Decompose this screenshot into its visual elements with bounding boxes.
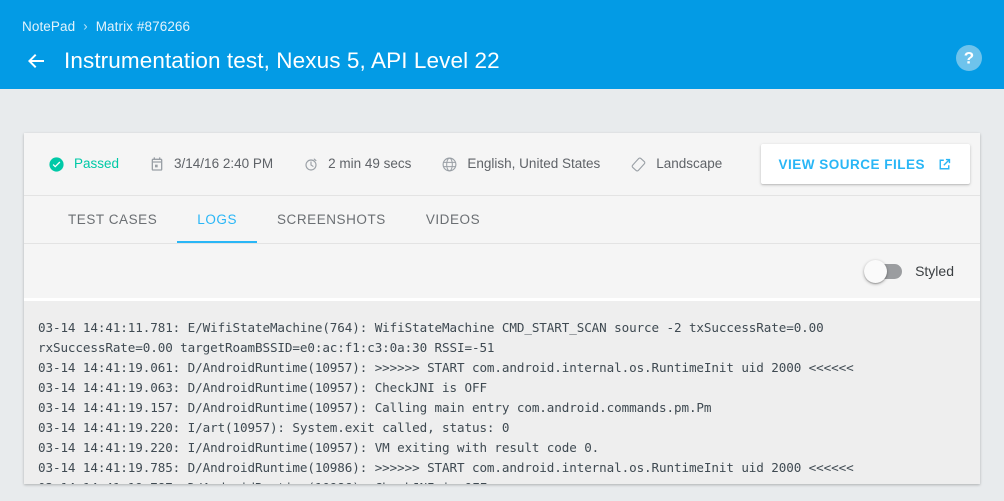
summary-duration-label: 2 min 49 secs bbox=[328, 156, 411, 172]
summary-bar: Passed 3/14/16 2:40 PM 2 min 49 secs bbox=[24, 133, 980, 196]
arrow-back-icon[interactable] bbox=[22, 47, 50, 75]
tab-test-cases[interactable]: TEST CASES bbox=[48, 196, 177, 243]
tab-logs[interactable]: LOGS bbox=[177, 196, 257, 243]
check-circle-icon bbox=[48, 156, 65, 173]
log-line: 03-14 14:41:19.063: D/AndroidRuntime(109… bbox=[38, 378, 960, 398]
open-in-new-icon bbox=[936, 156, 953, 173]
log-line: 03-14 14:41:19.787: D/AndroidRuntime(109… bbox=[38, 478, 960, 484]
styled-toggle[interactable]: Styled bbox=[866, 263, 954, 279]
summary-date: 3/14/16 2:40 PM bbox=[149, 156, 273, 172]
summary-duration: 2 min 49 secs bbox=[303, 156, 411, 172]
log-line: rxSuccessRate=0.00 targetRoamBSSID=e0:ac… bbox=[38, 338, 960, 358]
summary-date-label: 3/14/16 2:40 PM bbox=[174, 156, 273, 172]
globe-icon bbox=[441, 156, 458, 173]
styled-toggle-label: Styled bbox=[915, 263, 954, 279]
log-line: 03-14 14:41:19.157: D/AndroidRuntime(109… bbox=[38, 398, 960, 418]
view-source-files-button[interactable]: VIEW SOURCE FILES bbox=[761, 144, 970, 184]
breadcrumb-root-link[interactable]: NotePad bbox=[22, 19, 75, 35]
status-label: Passed bbox=[74, 156, 119, 172]
tab-videos[interactable]: VIDEOS bbox=[406, 196, 500, 243]
screen-rotation-icon bbox=[630, 156, 647, 173]
breadcrumb: NotePad › Matrix #876266 bbox=[22, 19, 190, 35]
calendar-icon bbox=[149, 156, 165, 172]
log-line: 03-14 14:41:19.785: D/AndroidRuntime(109… bbox=[38, 458, 960, 478]
breadcrumb-separator-icon: › bbox=[83, 19, 87, 35]
log-line: 03-14 14:41:19.220: I/AndroidRuntime(109… bbox=[38, 438, 960, 458]
tab-bar: TEST CASES LOGS SCREENSHOTS VIDEOS bbox=[24, 196, 980, 244]
logs-toolbar: Styled bbox=[24, 244, 980, 301]
log-line: 03-14 14:41:19.220: I/art(10957): System… bbox=[38, 418, 960, 438]
log-line: 03-14 14:41:11.781: E/WifiStateMachine(7… bbox=[38, 318, 960, 338]
title-row: Instrumentation test, Nexus 5, API Level… bbox=[22, 42, 982, 80]
help-icon-glyph: ? bbox=[964, 49, 974, 66]
breadcrumb-current-item[interactable]: Matrix #876266 bbox=[96, 19, 190, 35]
log-output-panel[interactable]: 03-14 14:41:11.781: E/WifiStateMachine(7… bbox=[24, 301, 980, 484]
view-source-files-label: VIEW SOURCE FILES bbox=[778, 157, 925, 172]
styled-toggle-knob[interactable] bbox=[864, 260, 887, 283]
summary-orientation: Landscape bbox=[630, 156, 722, 173]
help-question-icon[interactable]: ? bbox=[956, 45, 982, 71]
top-app-bar: NotePad › Matrix #876266 Instrumentation… bbox=[0, 0, 1004, 89]
test-result-card: Passed 3/14/16 2:40 PM 2 min 49 secs bbox=[24, 133, 980, 484]
status-badge: Passed bbox=[48, 156, 119, 173]
summary-locale: English, United States bbox=[441, 156, 600, 173]
tab-screenshots[interactable]: SCREENSHOTS bbox=[257, 196, 406, 243]
log-line: 03-14 14:41:19.061: D/AndroidRuntime(109… bbox=[38, 358, 960, 378]
stopwatch-icon bbox=[303, 156, 319, 172]
styled-toggle-track[interactable] bbox=[866, 264, 902, 279]
summary-locale-label: English, United States bbox=[467, 156, 600, 172]
page-title: Instrumentation test, Nexus 5, API Level… bbox=[64, 48, 500, 74]
summary-orientation-label: Landscape bbox=[656, 156, 722, 172]
